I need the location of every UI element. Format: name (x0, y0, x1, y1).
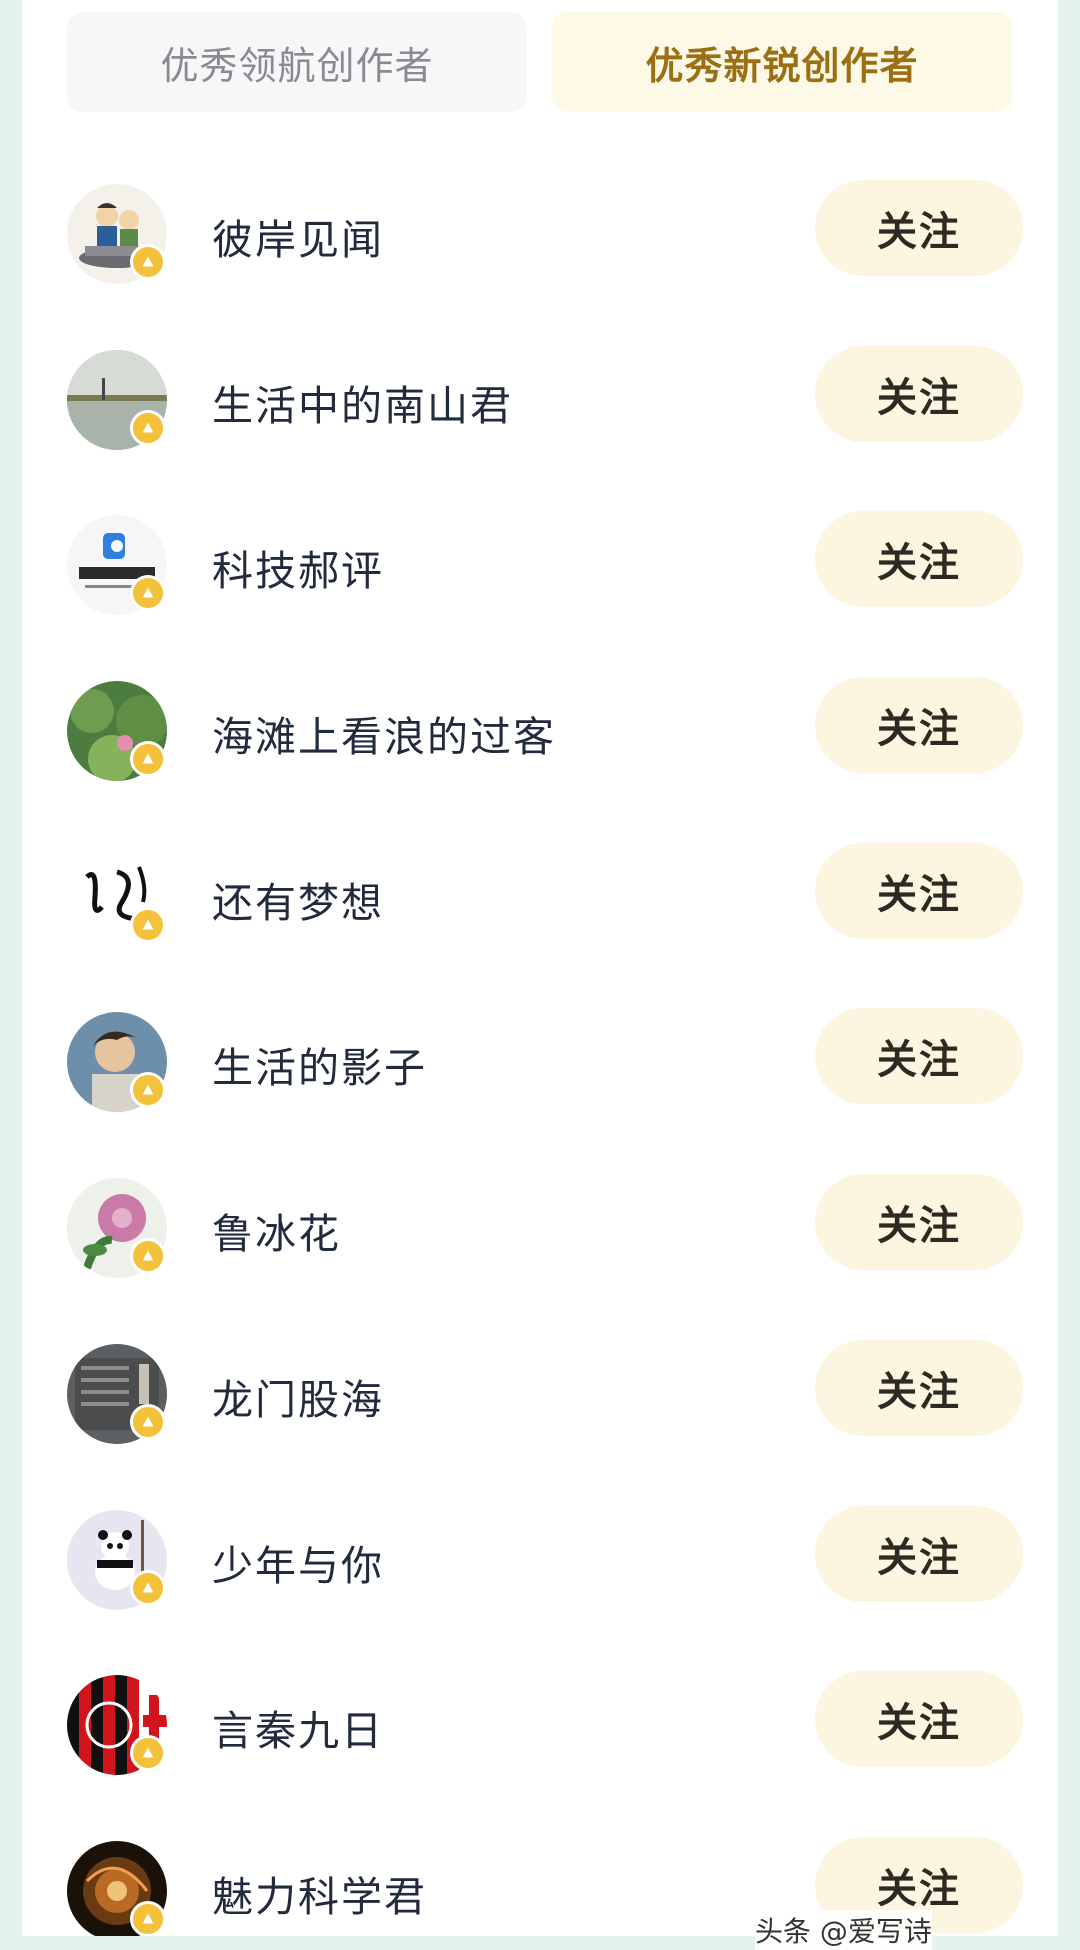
verified-badge-icon (130, 575, 166, 612)
list-item[interactable]: 生活中的南山君 关注 (22, 334, 1058, 500)
list-item[interactable]: 鲁冰花 关注 (22, 1162, 1058, 1328)
follow-button[interactable]: 关注 (815, 1671, 1023, 1768)
watermark-text: 头条 @爱写诗 (755, 1910, 932, 1950)
verified-badge-icon (130, 1569, 166, 1606)
follow-button[interactable]: 关注 (815, 1008, 1023, 1105)
follow-button[interactable]: 关注 (815, 677, 1023, 774)
list-item[interactable]: 龙门股海 关注 (22, 1328, 1058, 1494)
verified-badge-icon (130, 244, 166, 280)
verified-badge-icon (130, 906, 166, 943)
verified-badge-icon (130, 1403, 166, 1440)
verified-badge-icon (130, 1238, 166, 1275)
creator-name: 魅力科学君 (212, 1872, 427, 1921)
verified-badge-icon (130, 1072, 166, 1109)
creator-name: 龙门股海 (212, 1375, 384, 1424)
creator-tabs: 优秀领航创作者 优秀新锐创作者 (67, 12, 1037, 112)
follow-button[interactable]: 关注 (815, 511, 1023, 608)
creator-name: 生活的影子 (212, 1044, 427, 1093)
verified-badge-icon (130, 409, 166, 446)
verified-badge-icon (130, 741, 166, 778)
follow-button[interactable]: 关注 (815, 345, 1023, 442)
list-item[interactable]: 海滩上看浪的过客 关注 (22, 665, 1058, 831)
creator-name: 言秦九日 (212, 1707, 384, 1756)
creator-list: 彼岸见闻 关注 生活中的南山君 关注 科技郝评 关注 海滩上看浪的过客 关注 还… (22, 168, 1058, 1936)
list-item[interactable]: 科技郝评 关注 (22, 499, 1058, 665)
follow-button[interactable]: 关注 (815, 842, 1023, 939)
creator-name: 彼岸见闻 (212, 216, 384, 264)
creator-name: 还有梦想 (212, 878, 384, 927)
creator-list-card: 优秀领航创作者 优秀新锐创作者 彼岸见闻 关注 生活中的南山君 关注 科技郝评 … (22, 0, 1058, 1936)
tab-new-creators[interactable]: 优秀新锐创作者 (552, 12, 1012, 112)
follow-button[interactable]: 关注 (815, 180, 1023, 276)
follow-button[interactable]: 关注 (815, 1505, 1023, 1602)
list-item[interactable]: 还有梦想 关注 (22, 831, 1058, 997)
list-item[interactable]: 少年与你 关注 (22, 1494, 1058, 1660)
creator-name: 海滩上看浪的过客 (212, 713, 556, 762)
follow-button[interactable]: 关注 (815, 1174, 1023, 1271)
creator-name: 科技郝评 (212, 547, 384, 596)
tab-leading-creators[interactable]: 优秀领航创作者 (67, 12, 527, 112)
verified-badge-icon (130, 1735, 166, 1772)
follow-button[interactable]: 关注 (815, 1339, 1023, 1436)
creator-name: 少年与你 (212, 1541, 384, 1590)
list-item[interactable]: 言秦九日 关注 (22, 1659, 1058, 1825)
verified-badge-icon (130, 1900, 166, 1936)
creator-name: 生活中的南山君 (212, 381, 513, 430)
creator-name: 鲁冰花 (212, 1210, 341, 1259)
list-item[interactable]: 生活的影子 关注 (22, 996, 1058, 1162)
list-item[interactable]: 彼岸见闻 关注 (22, 168, 1058, 334)
